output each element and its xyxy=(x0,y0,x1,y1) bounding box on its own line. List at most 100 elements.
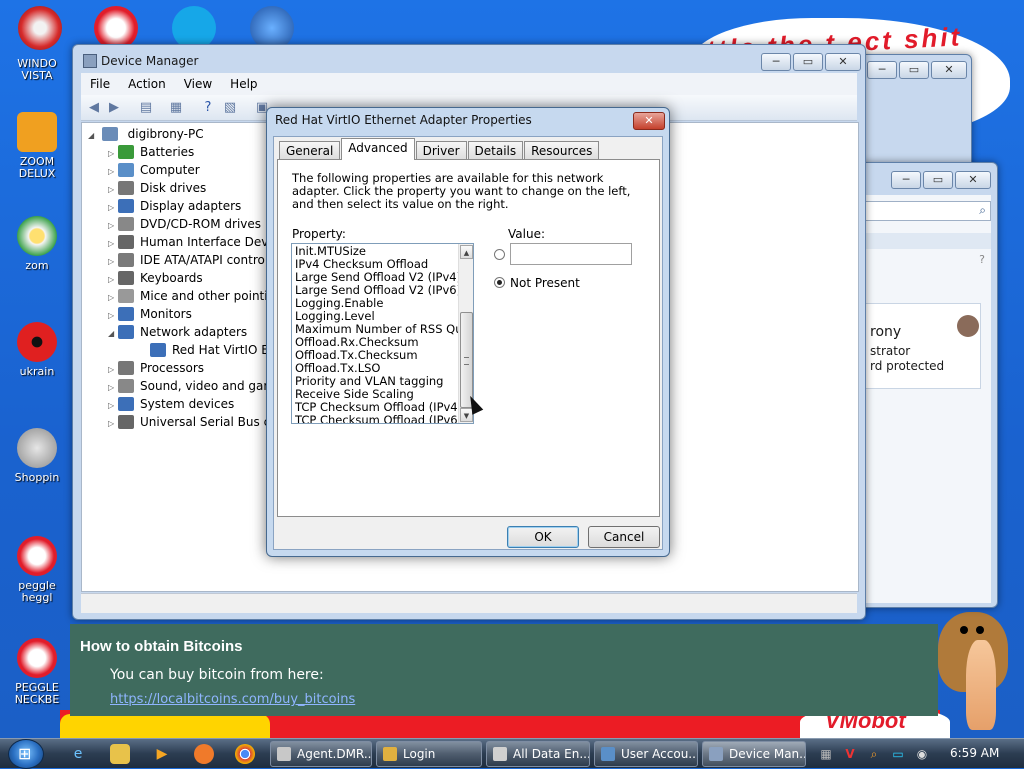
tree-item[interactable]: ▷ Display adapters xyxy=(108,197,241,215)
scroll-thumb[interactable] xyxy=(460,312,473,408)
property-item[interactable]: TCP Checksum Offload (IPv4) xyxy=(295,401,459,414)
tray-volume-icon[interactable]: ◉ xyxy=(914,746,930,762)
back-arrow-icon[interactable]: ◀ xyxy=(85,100,103,116)
property-item[interactable]: Receive Side Scaling xyxy=(295,388,459,401)
tray-network-icon[interactable]: ▭ xyxy=(890,746,906,762)
desktop-icon[interactable]: zom xyxy=(6,216,68,272)
desktop-icon-label: PEGGLE NECKBE xyxy=(14,681,60,706)
desktop-icon[interactable]: peggle heggl xyxy=(6,536,68,604)
property-item[interactable]: Offload.Tx.LSO xyxy=(295,362,459,375)
tab-driver[interactable]: Driver xyxy=(415,141,467,160)
taskbar-task[interactable]: Login xyxy=(376,741,482,767)
menu-action[interactable]: Action xyxy=(119,73,175,95)
chrome-icon[interactable] xyxy=(235,744,255,764)
grid-view-icon[interactable]: ▧ xyxy=(221,100,239,116)
desktop-icon[interactable]: Shoppin xyxy=(6,428,68,484)
tree-item[interactable]: ▷ Human Interface Device xyxy=(108,233,286,251)
tab-details[interactable]: Details xyxy=(467,141,524,160)
tree-item[interactable]: ▷ Mice and other pointing xyxy=(108,287,283,305)
start-button[interactable] xyxy=(8,739,44,769)
property-item[interactable]: Logging.Enable xyxy=(295,297,459,310)
tree-item[interactable]: ▷ Processors xyxy=(108,359,204,377)
expand-arrow-icon[interactable]: ▷ xyxy=(108,415,118,433)
property-item[interactable]: Init.MTUSize xyxy=(295,245,459,258)
taskbar-task[interactable]: Agent.DMR... xyxy=(270,741,372,767)
taskbar-task[interactable]: User Accou... xyxy=(594,741,698,767)
menu-view[interactable]: View xyxy=(175,73,221,95)
user-status: rd protected xyxy=(870,359,945,373)
bitcoin-link[interactable]: https://localbitcoins.com/buy_bitcoins xyxy=(110,692,355,707)
close-button[interactable]: ✕ xyxy=(825,53,861,71)
value-input[interactable] xyxy=(510,243,632,265)
adapter-properties-dialog[interactable]: Red Hat VirtIO Ethernet Adapter Properti… xyxy=(266,107,670,557)
tab-general[interactable]: General xyxy=(279,141,341,160)
desktop-icon[interactable]: WINDO VISTA xyxy=(6,58,68,82)
tree-item[interactable]: ◢ Network adapters xyxy=(108,323,247,341)
value-radio[interactable] xyxy=(494,249,505,260)
tab-advanced[interactable]: Advanced xyxy=(341,138,415,160)
not-present-radio[interactable] xyxy=(494,277,505,288)
property-item[interactable]: IPv4 Checksum Offload xyxy=(295,258,459,271)
tray-antivirus-icon[interactable]: V xyxy=(842,746,858,762)
menu-help[interactable]: Help xyxy=(221,73,266,95)
property-list[interactable]: Init.MTUSize IPv4 Checksum Offload Large S… xyxy=(291,243,474,424)
folder-icon[interactable] xyxy=(110,744,130,764)
property-item[interactable]: Maximum Number of RSS Queues xyxy=(295,323,459,336)
desktop-shortcut-icon[interactable] xyxy=(18,6,62,50)
tree-view-icon[interactable]: ▤ xyxy=(137,100,155,116)
minimize-button[interactable]: ─ xyxy=(867,61,897,79)
taskbar-task-active[interactable]: Device Man... xyxy=(702,741,806,767)
expand-arrow-icon[interactable]: ◢ xyxy=(108,325,118,343)
tree-item[interactable]: ▷ DVD/CD-ROM drives xyxy=(108,215,261,233)
taskbar-task[interactable]: All Data En... xyxy=(486,741,590,767)
tree-item[interactable]: ▷ Universal Serial Bus con xyxy=(108,413,285,431)
clock[interactable]: 6:59 AM xyxy=(950,746,999,760)
close-button[interactable]: ✕ xyxy=(931,61,967,79)
minimize-button[interactable]: ─ xyxy=(761,53,791,71)
menu-file[interactable]: File xyxy=(81,73,119,95)
property-item[interactable]: Offload.Rx.Checksum xyxy=(295,336,459,349)
device-category-icon xyxy=(118,163,134,177)
ok-button[interactable]: OK xyxy=(507,526,579,548)
property-item[interactable]: Large Send Offload V2 (IPv6) xyxy=(295,284,459,297)
tree-item[interactable]: ▷ Disk drives xyxy=(108,179,206,197)
app-icon[interactable] xyxy=(194,744,214,764)
property-item[interactable]: Offload.Tx.Checksum xyxy=(295,349,459,362)
desktop-icon[interactable]: ukrain xyxy=(6,322,68,378)
tab-resources[interactable]: Resources xyxy=(524,141,600,160)
tree-item[interactable]: ▷ Sound, video and game xyxy=(108,377,282,395)
help-icon[interactable]: ? xyxy=(199,100,217,116)
help-icon[interactable]: ? xyxy=(979,253,985,266)
close-button[interactable]: ✕ xyxy=(955,171,991,189)
property-item[interactable]: TCP Checksum Offload (IPv6) xyxy=(295,414,459,423)
tree-item[interactable]: ▷ Computer xyxy=(108,161,200,179)
background-window[interactable]: ─ ▭ ✕ xyxy=(860,54,972,176)
user-accounts-window[interactable]: ─ ▭ ✕ ⌕ ? rony strator rd protected xyxy=(860,162,998,608)
search-input[interactable]: ⌕ xyxy=(865,201,991,221)
desktop-icon[interactable]: PEGGLE NECKBE xyxy=(6,638,68,706)
tree-item[interactable]: ▷ System devices xyxy=(108,395,234,413)
property-item[interactable]: Large Send Offload V2 (IPv4) xyxy=(295,271,459,284)
property-item[interactable]: Priority and VLAN tagging xyxy=(295,375,459,388)
maximize-button[interactable]: ▭ xyxy=(793,53,823,71)
desktop-icon[interactable]: ZOOM DELUX xyxy=(6,112,68,180)
maximize-button[interactable]: ▭ xyxy=(923,171,953,189)
maximize-button[interactable]: ▭ xyxy=(899,61,929,79)
tree-item[interactable]: ▷ Monitors xyxy=(108,305,192,323)
user-name: rony xyxy=(870,324,902,340)
tray-search-icon[interactable]: ⌕ xyxy=(866,746,882,762)
internet-explorer-icon[interactable]: e xyxy=(68,744,88,764)
minimize-button[interactable]: ─ xyxy=(891,171,921,189)
tree-root[interactable]: ◢ digibrony-PC xyxy=(88,125,204,143)
tray-app-icon[interactable]: ▦ xyxy=(818,746,834,762)
tree-item[interactable]: ▷ IDE ATA/ATAPI control xyxy=(108,251,268,269)
scroll-up-icon[interactable]: ▲ xyxy=(460,245,473,259)
forward-arrow-icon[interactable]: ▶ xyxy=(105,100,123,116)
property-item[interactable]: Logging.Level xyxy=(295,310,459,323)
tree-item[interactable]: ▷ Batteries xyxy=(108,143,194,161)
tree-item[interactable]: ▷ Keyboards xyxy=(108,269,203,287)
properties-icon[interactable]: ▦ xyxy=(167,100,185,116)
cancel-button[interactable]: Cancel xyxy=(588,526,660,548)
close-button[interactable]: ✕ xyxy=(633,112,665,130)
media-player-icon[interactable]: ▶ xyxy=(152,744,172,764)
